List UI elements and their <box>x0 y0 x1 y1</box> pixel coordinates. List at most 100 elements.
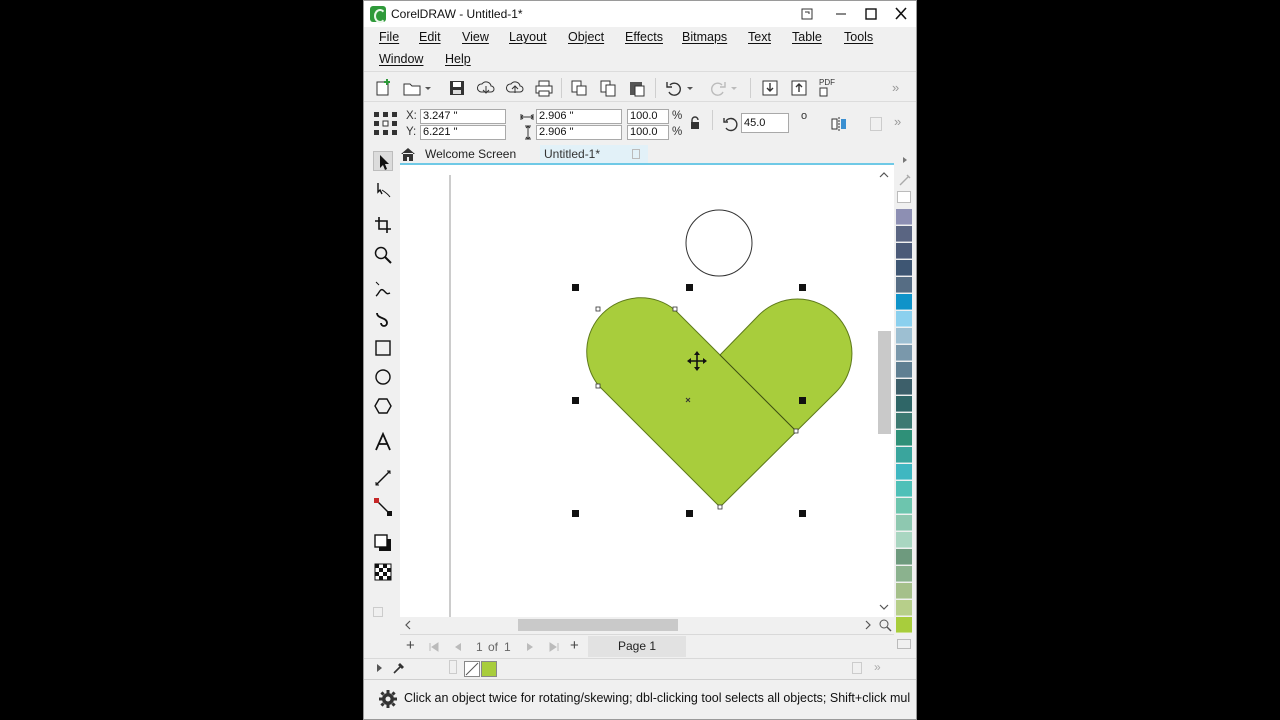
scroll-up-icon[interactable] <box>878 169 890 181</box>
height-field[interactable]: 2.906 " <box>536 125 622 140</box>
undo-dropdown-icon[interactable] <box>684 78 696 98</box>
palette-scroll-down-icon[interactable] <box>897 639 911 649</box>
open-folder-icon[interactable] <box>402 78 422 98</box>
restore-ribbon-icon[interactable] <box>796 4 818 24</box>
palette-swatch[interactable] <box>896 243 912 259</box>
import-icon[interactable] <box>760 78 780 98</box>
menu-window[interactable]: Window <box>379 52 423 66</box>
paste-icon[interactable] <box>627 78 647 98</box>
x-position-field[interactable]: 3.247 " <box>420 109 506 124</box>
propbar-overflow-icon[interactable]: » <box>894 114 901 129</box>
zoom-tool-icon[interactable] <box>373 245 393 265</box>
palette-swatch[interactable] <box>896 260 912 276</box>
colorbar-expand-icon[interactable] <box>374 662 386 674</box>
current-page-number[interactable]: 1 <box>476 640 483 654</box>
text-tool-icon[interactable] <box>373 432 393 452</box>
add-page-after-icon[interactable]: + <box>570 637 579 654</box>
colorbar-overflow-icon[interactable]: » <box>874 660 881 674</box>
cloud-download-icon[interactable] <box>476 78 496 98</box>
palette-swatch[interactable] <box>896 447 912 463</box>
minimize-button[interactable] <box>830 4 852 24</box>
mirror-icon[interactable] <box>830 115 848 133</box>
drop-shadow-tool-icon[interactable] <box>373 533 393 553</box>
cut-icon[interactable] <box>569 78 589 98</box>
ellipse-tool-icon[interactable] <box>373 367 393 387</box>
menu-text[interactable]: Text <box>748 30 771 44</box>
y-position-field[interactable]: 6.221 " <box>420 125 506 140</box>
tab-welcome-screen[interactable]: Welcome Screen <box>421 145 539 163</box>
cloud-upload-icon[interactable] <box>505 78 525 98</box>
export-icon[interactable] <box>789 78 809 98</box>
undo-icon[interactable] <box>664 78 684 98</box>
palette-scroll-up-icon[interactable] <box>900 155 910 165</box>
drawing-canvas[interactable] <box>400 165 894 617</box>
scroll-right-icon[interactable] <box>862 619 874 631</box>
palette-swatch[interactable] <box>896 328 912 344</box>
palette-swatch[interactable] <box>896 617 912 633</box>
palette-swatch[interactable] <box>896 498 912 514</box>
gear-icon[interactable] <box>378 689 398 709</box>
palette-swatch[interactable] <box>896 430 912 446</box>
parallel-dimension-tool-icon[interactable] <box>373 468 393 488</box>
tab-close-icon[interactable] <box>632 149 640 159</box>
page-1-tab[interactable]: Page 1 <box>588 636 686 657</box>
palette-swatch[interactable] <box>896 549 912 565</box>
last-page-icon[interactable] <box>548 641 560 653</box>
menu-help[interactable]: Help <box>445 52 471 66</box>
vertical-scroll-thumb[interactable] <box>878 331 891 434</box>
scroll-down-icon[interactable] <box>878 601 890 613</box>
horizontal-scroll-thumb[interactable] <box>518 619 678 631</box>
open-dropdown-icon[interactable] <box>422 78 434 98</box>
palette-swatch[interactable] <box>896 566 912 582</box>
menu-edit[interactable]: Edit <box>419 30 441 44</box>
tab-untitled-1[interactable]: Untitled-1* <box>540 145 648 163</box>
palette-swatch[interactable] <box>896 226 912 242</box>
print-icon[interactable] <box>534 78 554 98</box>
menu-effects[interactable]: Effects <box>625 30 663 44</box>
circle-shape[interactable] <box>685 209 753 277</box>
home-icon[interactable] <box>400 146 416 162</box>
no-color-swatch[interactable] <box>897 191 911 203</box>
toolbox-customize-icon[interactable] <box>373 607 383 617</box>
palette-swatch[interactable] <box>896 515 912 531</box>
copy-icon[interactable] <box>598 78 618 98</box>
shape-tool-icon[interactable] <box>373 180 393 200</box>
first-page-icon[interactable] <box>428 641 440 653</box>
document-eyedropper-icon[interactable] <box>392 661 406 675</box>
freehand-tool-icon[interactable] <box>373 280 393 300</box>
palette-swatch[interactable] <box>896 532 912 548</box>
palette-swatch[interactable] <box>896 345 912 361</box>
palette-swatch[interactable] <box>896 413 912 429</box>
next-page-icon[interactable] <box>524 641 536 653</box>
palette-swatch[interactable] <box>896 362 912 378</box>
scale-y-field[interactable]: 100.0 <box>627 125 669 140</box>
connector-tool-icon[interactable] <box>373 497 393 517</box>
artistic-media-tool-icon[interactable] <box>373 309 393 329</box>
palette-swatch[interactable] <box>896 396 912 412</box>
heart-shape[interactable] <box>586 297 853 508</box>
palette-swatch[interactable] <box>896 583 912 599</box>
new-document-icon[interactable] <box>374 78 394 98</box>
palette-swatch[interactable] <box>896 481 912 497</box>
previous-page-icon[interactable] <box>452 641 464 653</box>
menu-tools[interactable]: Tools <box>844 30 873 44</box>
publish-pdf-icon[interactable]: PDF <box>817 78 841 98</box>
width-field[interactable]: 2.906 " <box>536 109 622 124</box>
palette-swatch[interactable] <box>896 379 912 395</box>
document-color-green-swatch[interactable] <box>481 661 497 677</box>
rectangle-tool-icon[interactable] <box>373 338 393 358</box>
zoom-navigator-icon[interactable] <box>878 618 892 632</box>
maximize-button[interactable] <box>860 4 882 24</box>
menu-layout[interactable]: Layout <box>509 30 547 44</box>
polygon-tool-icon[interactable] <box>373 396 393 416</box>
toolbar-overflow-icon[interactable]: » <box>892 78 908 98</box>
palette-swatch[interactable] <box>896 311 912 327</box>
scroll-left-icon[interactable] <box>402 619 414 631</box>
lock-ratio-icon[interactable] <box>688 116 702 130</box>
menu-object[interactable]: Object <box>568 30 604 44</box>
no-fill-swatch[interactable] <box>464 661 480 677</box>
object-origin-icon[interactable] <box>373 111 399 137</box>
palette-swatch[interactable] <box>896 464 912 480</box>
scale-x-field[interactable]: 100.0 <box>627 109 669 124</box>
eyedropper-icon[interactable] <box>898 173 912 187</box>
